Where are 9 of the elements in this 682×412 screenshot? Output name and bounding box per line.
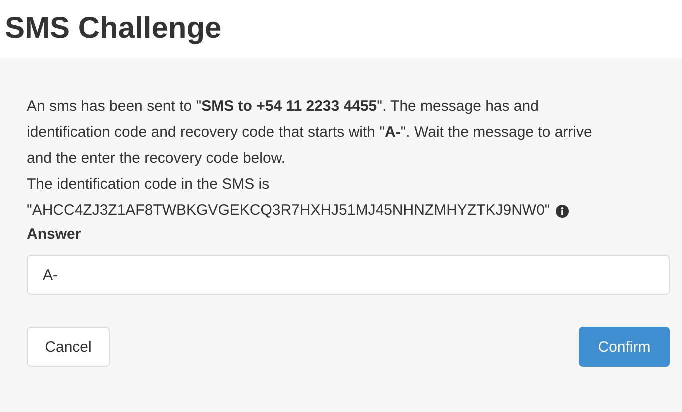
cancel-button[interactable]: Cancel xyxy=(27,327,110,367)
instruction-text: An sms has been sent to "SMS to +54 11 2233 4455". The message has and identification code and recovery code that starts with "A-". Wait the message to arrive and the enter the recovery code below. xyxy=(27,97,594,169)
answer-label: Answer xyxy=(27,225,82,245)
identification-code: "AHCC4ZJ3Z1AF8TWBKGVGEKCQ3R7HXHJ51MJ45NHNZMHYZTKJ9NW0" xyxy=(27,201,550,221)
page-title: SMS Challenge xyxy=(5,12,222,46)
info-icon[interactable] xyxy=(556,204,570,218)
confirm-button[interactable]: Confirm xyxy=(579,327,670,367)
answer-field[interactable]: A- xyxy=(27,255,670,295)
identification-intro: The identification code in the SMS is xyxy=(27,175,270,195)
